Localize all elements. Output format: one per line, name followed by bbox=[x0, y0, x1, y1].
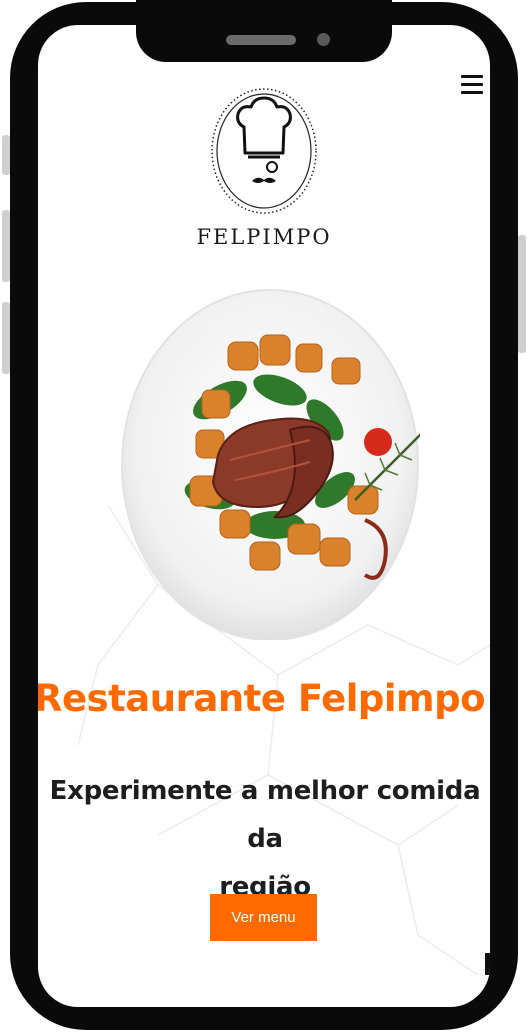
phone-speaker bbox=[226, 35, 296, 45]
phone-volume-up-button bbox=[2, 210, 10, 282]
phone-volume-down-button bbox=[2, 302, 10, 374]
hero-subtitle: Experimente a melhor comida da região bbox=[38, 767, 490, 911]
scroll-indicator[interactable] bbox=[485, 953, 490, 975]
phone-power-button bbox=[518, 235, 526, 353]
hero-dish-image bbox=[121, 289, 420, 640]
hero-title: Restaurante Felpimpo bbox=[38, 677, 486, 720]
view-menu-button[interactable]: Ver menu bbox=[210, 894, 317, 941]
phone-screen: FELPIMPO Restaurante Felpimpo Experiment… bbox=[38, 25, 490, 1007]
hero-subtitle-line1: Experimente a melhor comida da bbox=[49, 776, 481, 854]
hamburger-menu-icon[interactable] bbox=[461, 75, 483, 95]
brand-name: FELPIMPO bbox=[196, 225, 332, 249]
phone-side-button bbox=[2, 135, 10, 175]
chef-hat-logo-icon bbox=[211, 88, 317, 214]
phone-notch bbox=[136, 0, 392, 62]
front-camera-icon bbox=[317, 33, 330, 46]
